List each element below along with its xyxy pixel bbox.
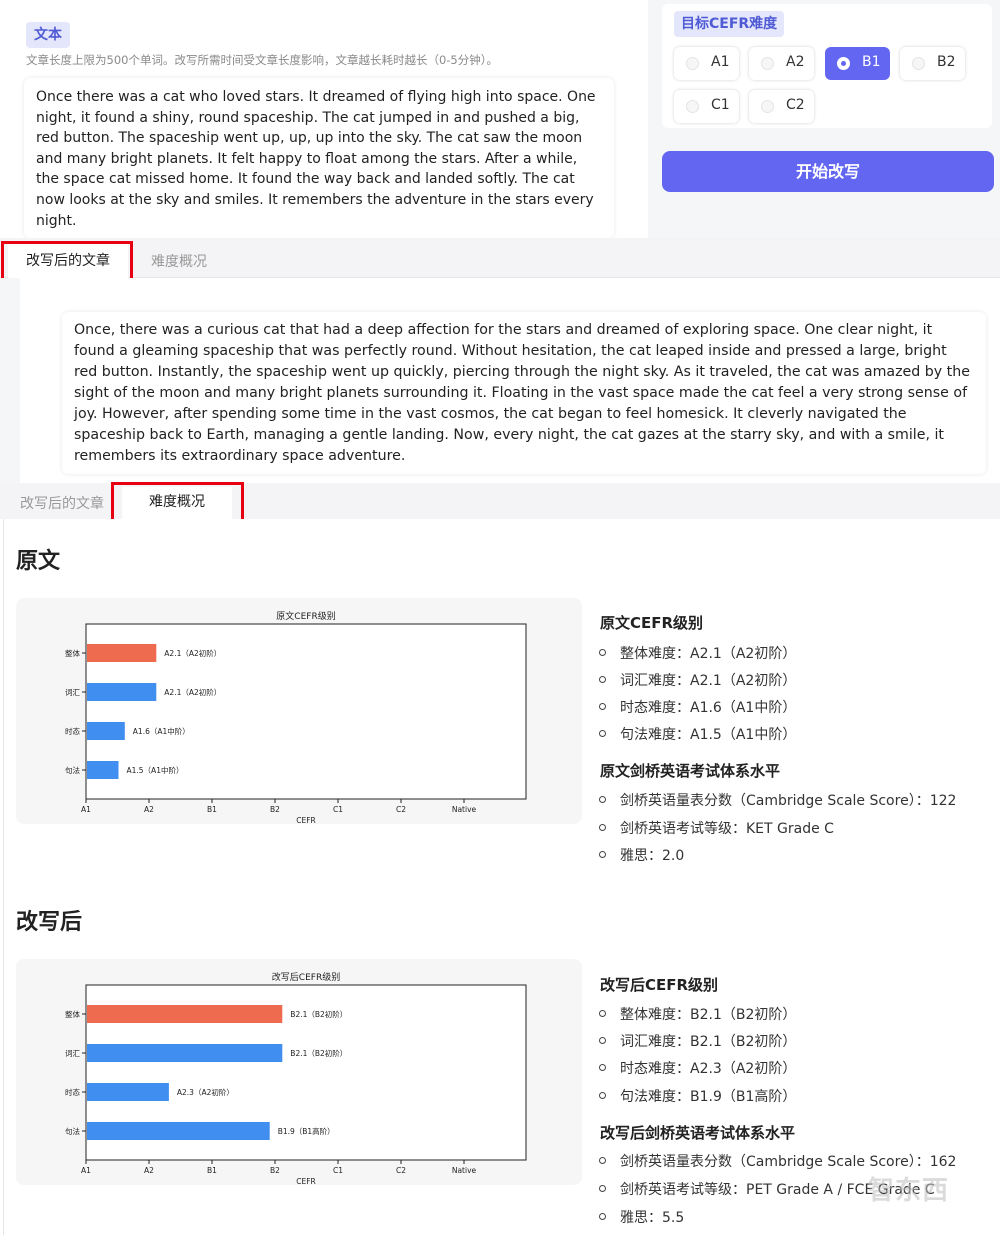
original-cambridge-score: 剑桥英语量表分数（Cambridge Scale Score）：122 (598, 790, 956, 810)
tab-rewritten-article[interactable]: 改写后的文章 (20, 493, 104, 513)
radio-icon (912, 57, 925, 70)
y-tick-label: 时态 (65, 726, 80, 736)
chart-title: 原文CEFR级别 (276, 610, 335, 622)
original-syntax-difficulty: 句法难度：A1.5（A1中阶） (598, 724, 796, 744)
watermark-logo: 智东西 (868, 1176, 950, 1206)
x-tick-label-b1: B1 (207, 1166, 217, 1175)
x-tick-label-a2: A2 (144, 805, 154, 814)
original-overall-difficulty: 整体难度：A2.1（A2初阶） (598, 643, 796, 663)
rewritten-vocab-difficulty: 词汇难度：B2.1（B2初阶） (598, 1031, 796, 1051)
rewritten-section-title: 改写后 (16, 910, 83, 935)
rewritten-syntax-difficulty: 句法难度：B1.9（B1高阶） (598, 1086, 796, 1106)
bar-value-label: A2.1（A2初阶） (164, 648, 221, 658)
original-cambridge-grade: 剑桥英语考试等级：KET Grade C (599, 818, 834, 838)
text-section-label: 文本 (26, 22, 70, 48)
level-option-c2[interactable]: C2 (749, 90, 814, 123)
y-tick-label: 词汇 (65, 688, 80, 697)
x-axis-label: CEFR (296, 816, 316, 824)
original-ielts: 雅思：2.0 (598, 845, 684, 865)
radio-icon (686, 57, 699, 70)
bar-2 (87, 722, 125, 740)
y-tick-label: 整体 (65, 1009, 80, 1019)
tab-difficulty-overview[interactable]: 难度概况 (151, 251, 207, 271)
bar-1 (87, 683, 157, 701)
x-tick-label-native: Native (452, 1166, 477, 1175)
rewritten-overall-difficulty: 整体难度：B2.1（B2初阶） (598, 1004, 796, 1024)
original-text-area[interactable]: Once there was a cat who loved stars. It… (24, 78, 614, 238)
rewritten-cefr-chart: 改写后CEFR级别 A1 A2 B1 B2 C1 C2 Native CEFR 整体 B2.1（B2… (16, 959, 582, 1185)
x-tick-label-c1: C1 (333, 805, 343, 814)
bar-1 (87, 1044, 283, 1062)
level-option-c1[interactable]: C1 (674, 90, 739, 123)
rewritten-cefr-chart-svg: 改写后CEFR级别 A1 A2 B1 B2 C1 C2 Native CEFR 整体 B2.1（B2… (65, 971, 527, 1185)
x-axis-label: CEFR (296, 1177, 316, 1185)
rewritten-cambridge-heading: 改写后剑桥英语考试体系水平 (600, 1124, 796, 1142)
level-option-b2[interactable]: B2 (900, 47, 965, 80)
bar-2 (87, 1083, 169, 1101)
x-tick-label-native: Native (452, 805, 477, 814)
radio-selected-icon (837, 57, 850, 70)
original-cefr-chart: 原文CEFR级别 A1 A2 B1 B2 C1 C2 Native CEFR 整体 A2.1（A2初… (16, 598, 582, 824)
length-hint: 文章长度上限为500个单词。改写所需时间受文章长度影响，文章越长耗时越长（0-5… (26, 53, 498, 67)
bar-value-label: A2.3（A2初阶） (177, 1087, 234, 1097)
y-tick-label: 句法 (65, 1126, 80, 1136)
y-tick-label: 整体 (65, 648, 80, 658)
bar-0 (87, 1005, 283, 1023)
rewritten-ielts: 雅思：5.5 (598, 1207, 684, 1227)
original-section-title: 原文 (16, 549, 61, 574)
start-rewrite-button[interactable]: 开始改写 (662, 151, 994, 192)
radio-icon (761, 57, 774, 70)
y-tick-label: 时态 (65, 1087, 80, 1097)
original-cefr-heading: 原文CEFR级别 (600, 614, 704, 632)
bar-3 (87, 761, 119, 779)
original-vocab-difficulty: 词汇难度：A2.1（A2初阶） (598, 670, 796, 690)
level-option-a2[interactable]: A2 (749, 47, 814, 80)
radio-icon (761, 100, 774, 113)
bar-0 (87, 644, 157, 662)
x-tick-label-b1: B1 (207, 805, 217, 814)
x-tick-label-c1: C1 (333, 1166, 343, 1175)
bar-value-label: B2.1（B2初阶） (290, 1009, 347, 1019)
target-cefr-title: 目标CEFR难度 (674, 11, 785, 37)
y-tick-label: 词汇 (65, 1049, 80, 1058)
level-option-b1[interactable]: B1 (825, 47, 890, 80)
chart-title: 改写后CEFR级别 (272, 971, 340, 983)
result-tab-bar (0, 238, 1000, 278)
rewritten-cefr-heading: 改写后CEFR级别 (600, 976, 719, 994)
original-cefr-chart-svg: 原文CEFR级别 A1 A2 B1 B2 C1 C2 Native CEFR 整体 A2.1（A2初… (65, 610, 527, 824)
x-tick-label-c2: C2 (396, 805, 406, 814)
bar-value-label: A1.6（A1中阶） (133, 726, 190, 736)
x-tick-label-b2: B2 (270, 1166, 280, 1175)
rewritten-tense-difficulty: 时态难度：A2.3（A2初阶） (598, 1058, 796, 1078)
x-tick-label-a1: A1 (81, 805, 91, 814)
x-tick-label-a2: A2 (144, 1166, 154, 1175)
radio-icon (686, 100, 699, 113)
bar-3 (87, 1122, 270, 1140)
bar-value-label: B2.1（B2初阶） (290, 1048, 347, 1058)
y-tick-label: 句法 (65, 765, 80, 775)
rewritten-cambridge-score: 剑桥英语量表分数（Cambridge Scale Score）：162 (598, 1151, 956, 1171)
level-option-a1[interactable]: A1 (674, 47, 739, 80)
original-cambridge-heading: 原文剑桥英语考试体系水平 (600, 762, 781, 780)
x-tick-label-c2: C2 (396, 1166, 406, 1175)
x-tick-label-b2: B2 (270, 805, 280, 814)
rewritten-text-area[interactable]: Once, there was a curious cat that had a… (62, 312, 986, 474)
x-tick-label-a1: A1 (81, 1166, 91, 1175)
original-tense-difficulty: 时态难度：A1.6（A1中阶） (598, 697, 796, 717)
bar-value-label: A1.5（A1中阶） (127, 765, 184, 775)
bar-value-label: B1.9（B1高阶） (278, 1126, 335, 1136)
bar-value-label: A2.1（A2初阶） (164, 687, 221, 697)
